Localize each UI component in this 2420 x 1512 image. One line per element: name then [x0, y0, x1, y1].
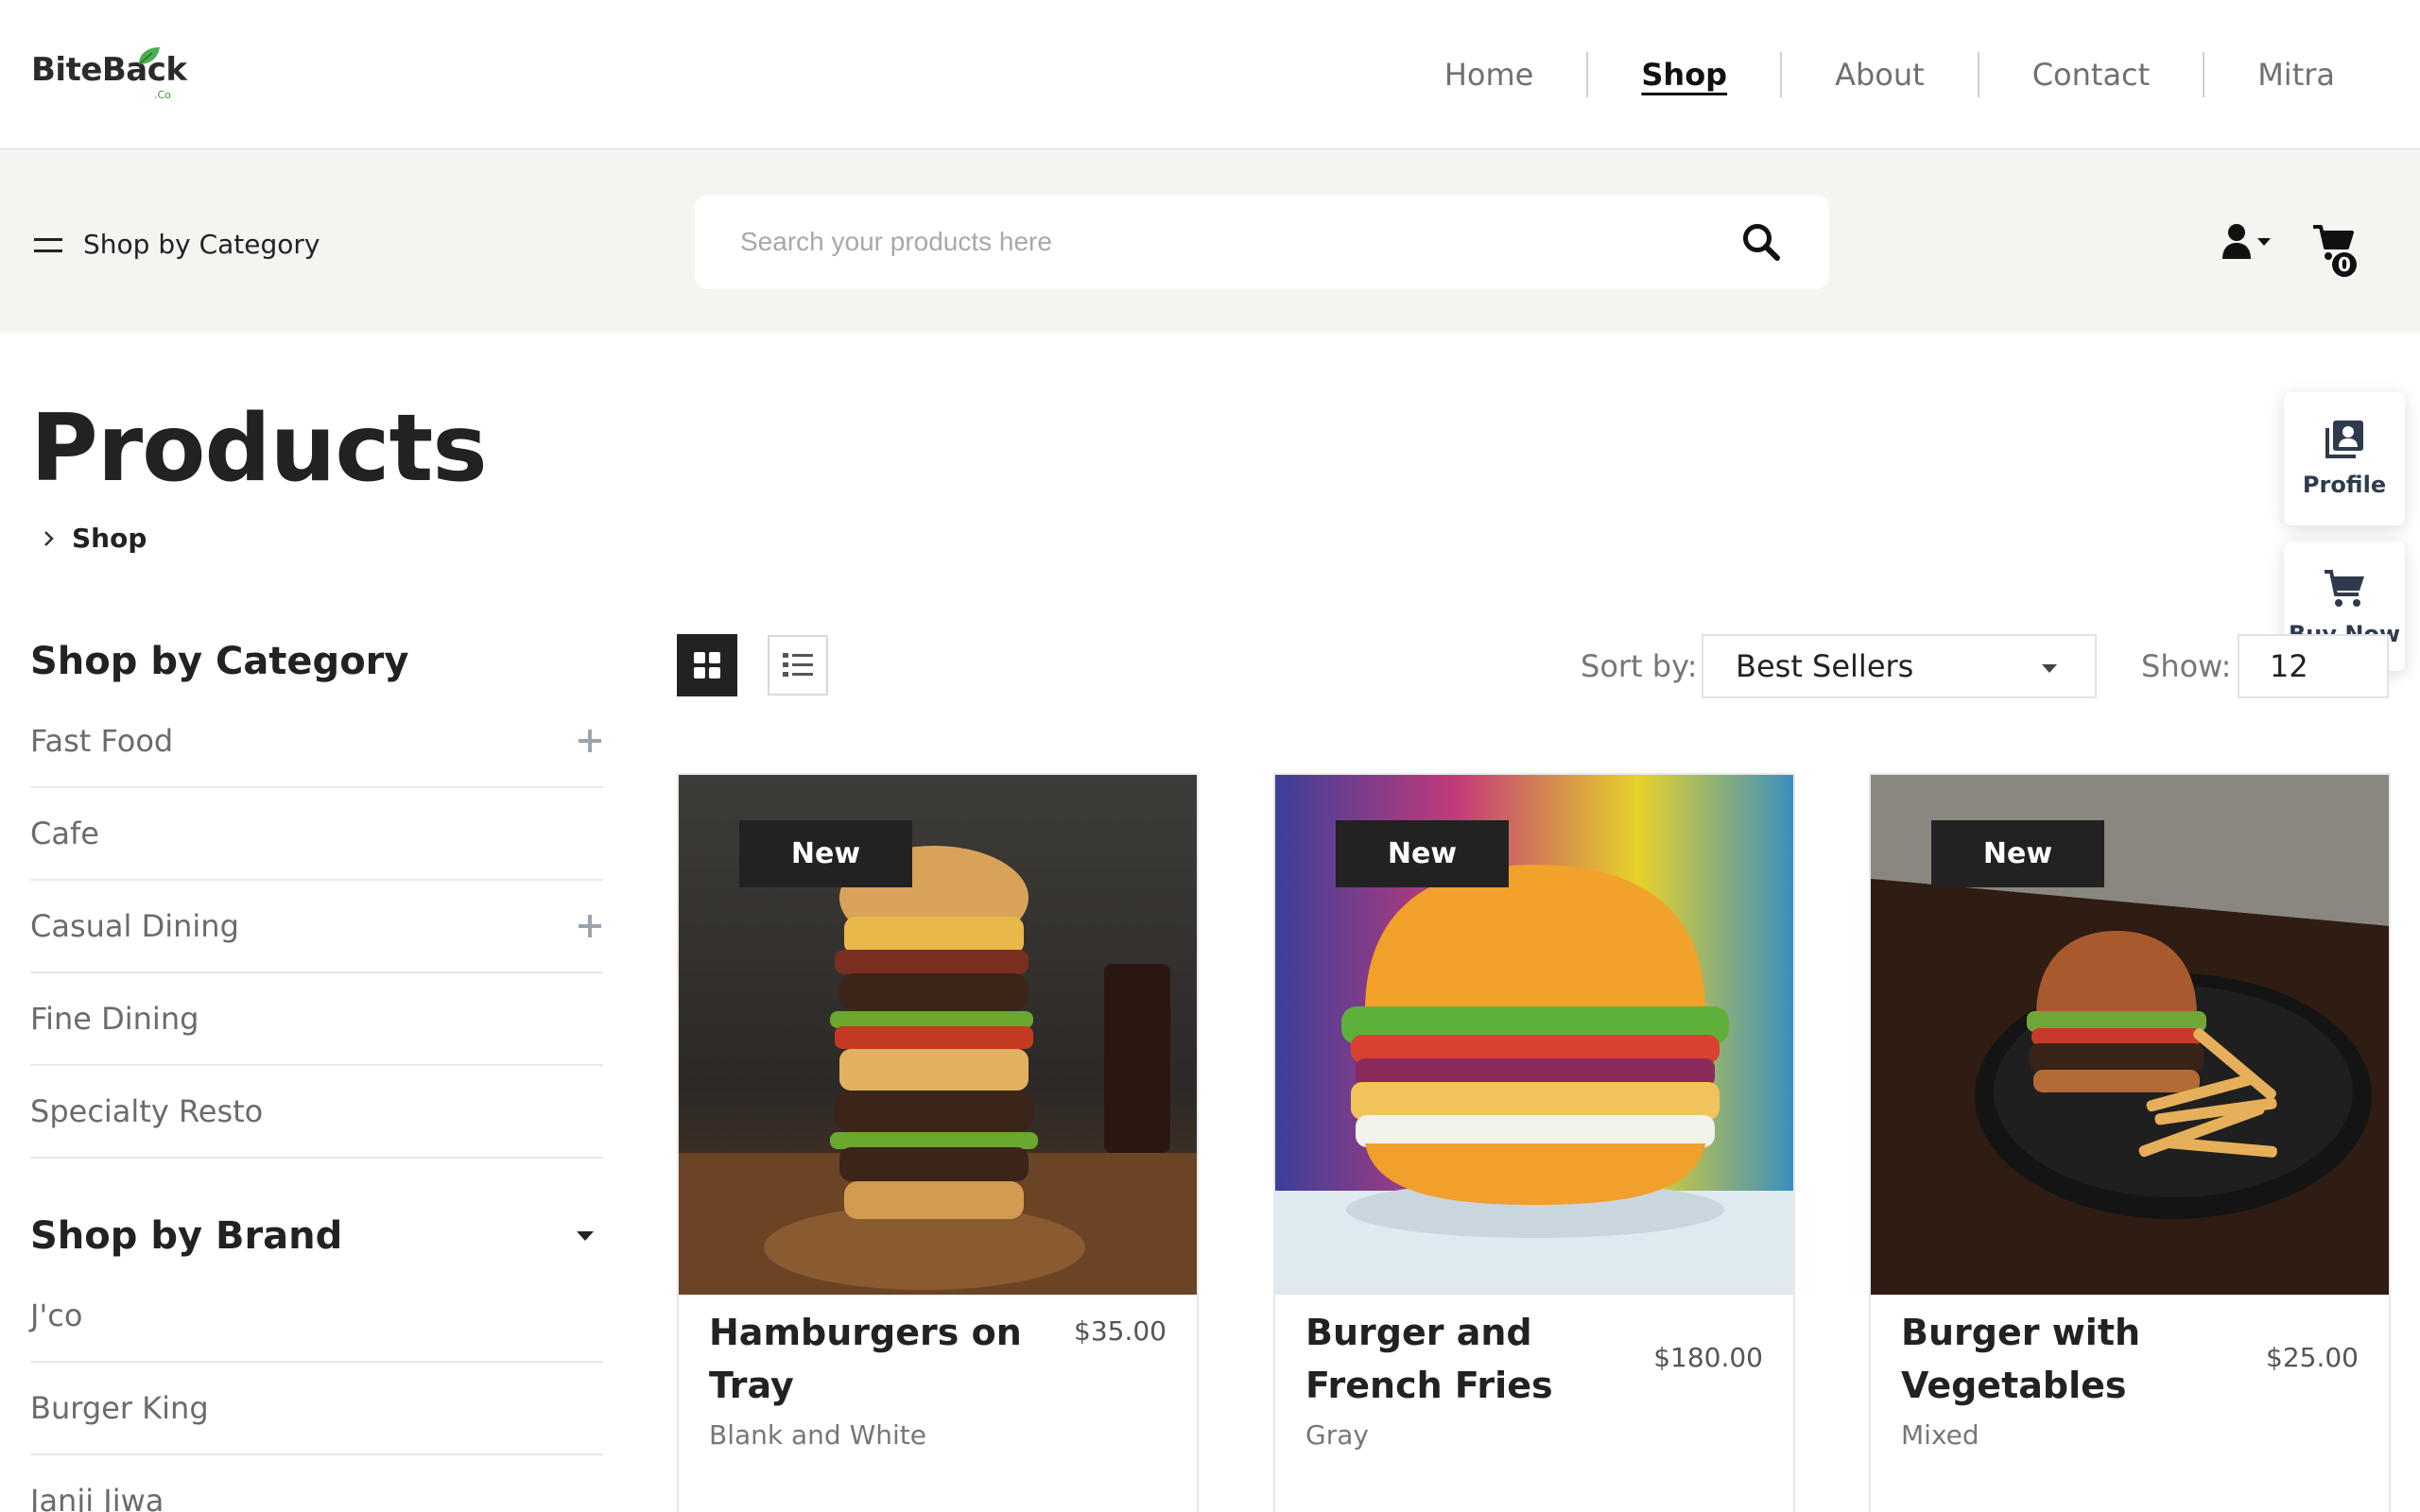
product-variant: Blank and White: [709, 1419, 927, 1451]
category-item-fine-dining[interactable]: Fine Dining: [30, 973, 603, 1066]
sort-value: Best Sellers: [1736, 648, 1914, 684]
brand-label: Janji Jiwa: [30, 1483, 164, 1512]
category-label: Casual Dining: [30, 908, 239, 944]
sort-label: Sort by:: [1581, 648, 1698, 684]
plus-icon[interactable]: [579, 915, 601, 937]
shopping-cart-icon: [2325, 570, 2364, 607]
nav-about[interactable]: About: [1782, 52, 1979, 97]
grid-view-button[interactable]: [677, 634, 737, 696]
profile-float-button[interactable]: Profile: [2284, 392, 2405, 525]
leaf-icon: [138, 47, 160, 65]
product-image[interactable]: New: [1871, 775, 2389, 1295]
product-info: $180.00 Burger and French Fries Gray: [1305, 1306, 1763, 1451]
product-price: $35.00: [1074, 1315, 1167, 1347]
product-info: $35.00 Hamburgers on Tray Blank and Whit…: [709, 1306, 1167, 1451]
category-label: Specialty Resto: [30, 1093, 264, 1129]
caret-down-icon: [2042, 664, 2057, 673]
hamburger-icon: [34, 235, 62, 254]
product-name[interactable]: Burger with Vegetables: [1901, 1306, 2185, 1412]
nav-home[interactable]: Home: [1392, 52, 1589, 97]
cart-count-badge: 0: [2330, 250, 2359, 279]
brand-label: Burger King: [30, 1390, 209, 1426]
nav-contact[interactable]: Contact: [1979, 52, 2205, 97]
product-card[interactable]: New $35.00 Hamburgers on Tray Blank and …: [677, 773, 1199, 1512]
category-item-casual-dining[interactable]: Casual Dining: [30, 881, 603, 973]
brand-item-janji-jiwa[interactable]: Janji Jiwa: [30, 1455, 603, 1512]
user-account-icon[interactable]: [2221, 223, 2280, 261]
category-label: Cafe: [30, 816, 99, 851]
page-title: Products: [30, 395, 488, 503]
category-label: Fine Dining: [30, 1001, 199, 1037]
product-variant: Gray: [1305, 1419, 1369, 1451]
brand-suffix: .Co: [154, 89, 171, 101]
search-box: [695, 195, 1829, 289]
search-input[interactable]: [740, 218, 1685, 266]
show-label: Show:: [2141, 648, 2232, 684]
sort-select[interactable]: Best Sellers: [1702, 634, 2097, 698]
product-card[interactable]: New $180.00 Burger and French Fries Gray: [1273, 773, 1795, 1512]
top-header: BiteBack .Co Home Shop About Contact Mit…: [0, 0, 2420, 150]
product-price: $180.00: [1653, 1342, 1763, 1373]
brand-heading[interactable]: Shop by Brand: [30, 1206, 603, 1266]
new-badge: New: [1336, 820, 1509, 887]
brand-item-jco[interactable]: J'co: [30, 1270, 603, 1363]
show-select[interactable]: 12: [2238, 634, 2389, 698]
product-image[interactable]: New: [1275, 775, 1793, 1295]
shop-by-category-toggle[interactable]: Shop by Category: [34, 229, 320, 260]
new-badge: New: [739, 820, 912, 887]
shop-by-category-label: Shop by Category: [83, 229, 320, 260]
search-band: Shop by Category 0: [0, 151, 2420, 333]
breadcrumb: Shop: [40, 523, 147, 554]
category-item-fast-food[interactable]: Fast Food: [30, 696, 603, 788]
product-name[interactable]: Burger and French Fries: [1305, 1306, 1646, 1412]
product-variant: Mixed: [1901, 1419, 1979, 1451]
category-list: Fast Food Cafe Casual Dining Fine Dining…: [30, 696, 603, 1159]
product-info: $25.00 Burger with Vegetables Mixed: [1901, 1306, 2359, 1451]
profile-icon: [2325, 421, 2363, 458]
list-icon: [783, 653, 813, 677]
product-image[interactable]: New: [679, 775, 1197, 1295]
product-price: $25.00: [2266, 1342, 2359, 1373]
plus-icon[interactable]: [579, 730, 601, 752]
brand-label: J'co: [30, 1297, 83, 1333]
nav-mitra[interactable]: Mitra: [2204, 52, 2420, 97]
category-item-cafe[interactable]: Cafe: [30, 788, 603, 881]
main-nav: Home Shop About Contact Mitra: [1392, 51, 2420, 98]
list-view-button[interactable]: [768, 635, 828, 696]
profile-float-label: Profile: [2302, 472, 2387, 498]
category-label: Fast Food: [30, 723, 174, 759]
grid-icon: [694, 652, 720, 679]
product-card[interactable]: New $25.00 Burger with Vegetables Mixed: [1869, 773, 2391, 1512]
sidebar: Shop by Category Fast Food Cafe Casual D…: [30, 631, 603, 1512]
category-item-specialty-resto[interactable]: Specialty Resto: [30, 1066, 603, 1159]
chevron-right-icon: [44, 530, 54, 546]
nav-shop[interactable]: Shop: [1588, 52, 1783, 97]
brand-item-burger-king[interactable]: Burger King: [30, 1363, 603, 1455]
show-value: 12: [2270, 648, 2308, 684]
new-badge: New: [1931, 820, 2104, 887]
search-icon[interactable]: [1740, 221, 1782, 263]
brand-heading-label: Shop by Brand: [30, 1214, 343, 1258]
breadcrumb-shop[interactable]: Shop: [72, 523, 147, 554]
product-name[interactable]: Hamburgers on Tray: [709, 1306, 1068, 1412]
brand-logo[interactable]: BiteBack .Co: [31, 47, 187, 104]
category-heading: Shop by Category: [30, 640, 409, 683]
brand-list: J'co Burger King Janji Jiwa: [30, 1270, 603, 1512]
caret-down-icon[interactable]: [577, 1231, 594, 1241]
